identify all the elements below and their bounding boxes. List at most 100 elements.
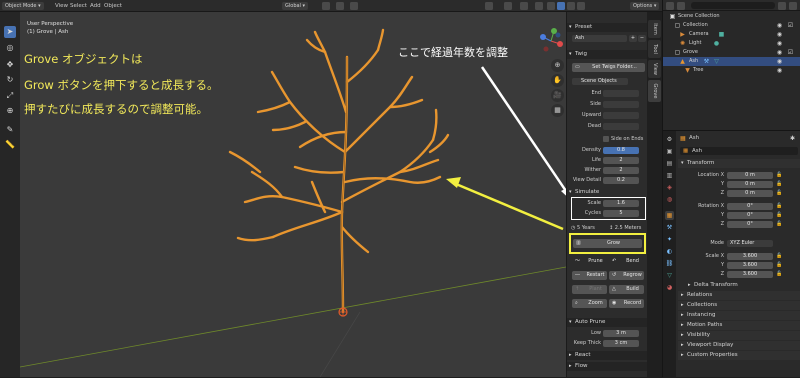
twig-section-header[interactable]: Twig	[567, 50, 647, 59]
collections-section-header[interactable]: Collections	[678, 301, 800, 310]
react-section-header[interactable]: React	[567, 351, 647, 360]
lock-icon[interactable]: 🔓	[776, 203, 782, 209]
scale-field[interactable]: 1.6	[603, 200, 639, 207]
lock-icon[interactable]: 🔓	[776, 212, 782, 218]
rotation-z-field[interactable]: 0°	[727, 221, 773, 228]
visibility-eye-icon[interactable]: ◉	[776, 31, 783, 38]
location-y-field[interactable]: 0 m	[727, 181, 773, 188]
menu-object[interactable]: Object	[104, 2, 122, 10]
new-collection-icon[interactable]	[789, 2, 797, 10]
tool-tab-icon[interactable]: ⚙	[665, 135, 674, 144]
select-cursor-icon[interactable]: ➤	[4, 26, 16, 38]
motion-paths-section-header[interactable]: Motion Paths	[678, 321, 800, 330]
instancing-section-header[interactable]: Instancing	[678, 311, 800, 320]
measure-icon[interactable]: 📏	[4, 139, 16, 151]
tab-item[interactable]: Item	[648, 20, 661, 38]
custom-properties-section-header[interactable]: Custom Properties	[678, 351, 800, 360]
particles-tab-icon[interactable]: ✦	[665, 235, 674, 244]
orientation-dropdown[interactable]: Global ▾	[282, 2, 309, 10]
scene-objects-dropdown[interactable]: Scene Objects	[572, 78, 628, 85]
menu-select[interactable]: Select	[70, 2, 87, 10]
overlay-icon[interactable]	[520, 2, 528, 10]
build-button[interactable]: △ Build	[609, 285, 644, 294]
restart-button[interactable]: ― Restart	[572, 271, 607, 280]
filter-icon[interactable]	[778, 2, 786, 10]
snap-icon[interactable]	[336, 2, 344, 10]
cycles-field[interactable]: 5	[603, 210, 639, 217]
navigation-gizmo[interactable]	[538, 28, 564, 54]
tab-grove[interactable]: Grove	[648, 80, 661, 102]
visibility-eye-icon[interactable]: ◉	[776, 22, 783, 29]
menu-view[interactable]: View	[55, 2, 68, 10]
auto-prune-section-header[interactable]: Auto Prune	[567, 318, 647, 327]
shading-wire-icon[interactable]	[547, 2, 555, 10]
pivot-icon[interactable]	[322, 2, 330, 10]
gizmo-icon[interactable]	[504, 2, 512, 10]
visibility-eye-icon[interactable]: ◉	[776, 67, 783, 74]
scale-y-field[interactable]: 3.600	[727, 262, 773, 269]
rotate-icon[interactable]: ↻	[4, 74, 16, 86]
tab-tool[interactable]: Tool	[648, 40, 661, 58]
outliner-row-grove[interactable]: ▢ Grove ◉ ☑	[663, 48, 800, 57]
render-tab-icon[interactable]: ▣	[665, 147, 674, 156]
lock-icon[interactable]: 🔓	[776, 253, 782, 259]
twig-dead-field[interactable]	[603, 123, 639, 130]
lock-icon[interactable]: 🔓	[776, 221, 782, 227]
set-twigs-folder-button[interactable]: ▭ Set Twigs Folder...	[572, 63, 645, 72]
constraints-tab-icon[interactable]: ⛓	[665, 259, 674, 268]
shading-solid-icon[interactable]	[557, 2, 565, 10]
cursor-3d-icon[interactable]: ◎	[4, 42, 16, 54]
outliner-editor-icon[interactable]	[666, 2, 674, 10]
lock-icon[interactable]: 🔓	[776, 262, 782, 268]
material-tab-icon[interactable]: ◕	[665, 283, 674, 292]
visibility-eye-icon[interactable]: ◉	[776, 58, 783, 65]
preset-add-icon[interactable]: +	[629, 35, 637, 42]
annotate-icon[interactable]: ✎	[4, 124, 16, 136]
lock-icon[interactable]: 🔓	[776, 172, 782, 178]
visibility-section-header[interactable]: Visibility	[678, 331, 800, 340]
outliner-row-collection[interactable]: ▢ Collection ◉ ☑	[663, 21, 800, 30]
pan-hand-icon[interactable]: ✋	[551, 74, 564, 87]
location-z-field[interactable]: 0 m	[727, 190, 773, 197]
data-tab-icon[interactable]: ▽	[665, 271, 674, 280]
viewport-display-section-header[interactable]: Viewport Display	[678, 341, 800, 350]
outliner-search-input[interactable]	[691, 2, 775, 9]
outliner-row-ash[interactable]: ▲ Ash ⚒ ▽ ◉	[663, 57, 800, 66]
checkbox-icon[interactable]: ☑	[787, 49, 794, 56]
wither-field[interactable]: 2	[603, 167, 639, 174]
proportional-edit-icon[interactable]	[350, 2, 358, 10]
side-on-ends-checkbox[interactable]	[603, 136, 609, 142]
menu-add[interactable]: Add	[90, 2, 101, 10]
zoom-button[interactable]: ⌕ Zoom	[572, 299, 607, 308]
output-tab-icon[interactable]: ▤	[665, 159, 674, 168]
lock-icon[interactable]: 🔓	[776, 181, 782, 187]
modifier-tab-icon[interactable]: ⚒	[665, 223, 674, 232]
low-field[interactable]: 3 m	[603, 330, 639, 337]
visibility-icon[interactable]	[485, 2, 493, 10]
preset-dropdown[interactable]: Ash	[572, 35, 627, 42]
flow-section-header[interactable]: Flow	[567, 362, 647, 371]
pin-icon[interactable]: ✱	[790, 135, 795, 142]
camera-view-icon[interactable]: 🎥	[551, 89, 564, 102]
visibility-eye-icon[interactable]: ◉	[776, 49, 783, 56]
rotation-mode-dropdown[interactable]: XYZ Euler	[727, 240, 773, 247]
life-field[interactable]: 2	[603, 157, 639, 164]
twig-upward-field[interactable]	[603, 112, 639, 119]
xray-icon[interactable]	[535, 2, 543, 10]
move-icon[interactable]: ✥	[4, 59, 16, 71]
record-button[interactable]: ◉ Record	[609, 299, 644, 308]
prune-button[interactable]: 〜 Prune	[572, 257, 607, 266]
preset-remove-icon[interactable]: −	[638, 35, 646, 42]
physics-tab-icon[interactable]: ◐	[665, 247, 674, 256]
twig-end-field[interactable]	[603, 90, 639, 97]
view-detail-field[interactable]: 0.2	[603, 177, 639, 184]
regrow-button[interactable]: ↺ Regrow	[609, 271, 644, 280]
lock-icon[interactable]: 🔓	[776, 271, 782, 277]
preset-section-header[interactable]: Preset	[567, 23, 647, 32]
outliner-row-scene-collection[interactable]: ▣ Scene Collection	[663, 12, 800, 21]
relations-section-header[interactable]: Relations	[678, 291, 800, 300]
simulate-section-header[interactable]: Simulate	[567, 188, 647, 197]
delta-transform-section-header[interactable]: Delta Transform	[685, 281, 800, 290]
options-dropdown[interactable]: Options ▾	[630, 2, 660, 10]
density-field[interactable]: 0.8	[603, 147, 639, 154]
